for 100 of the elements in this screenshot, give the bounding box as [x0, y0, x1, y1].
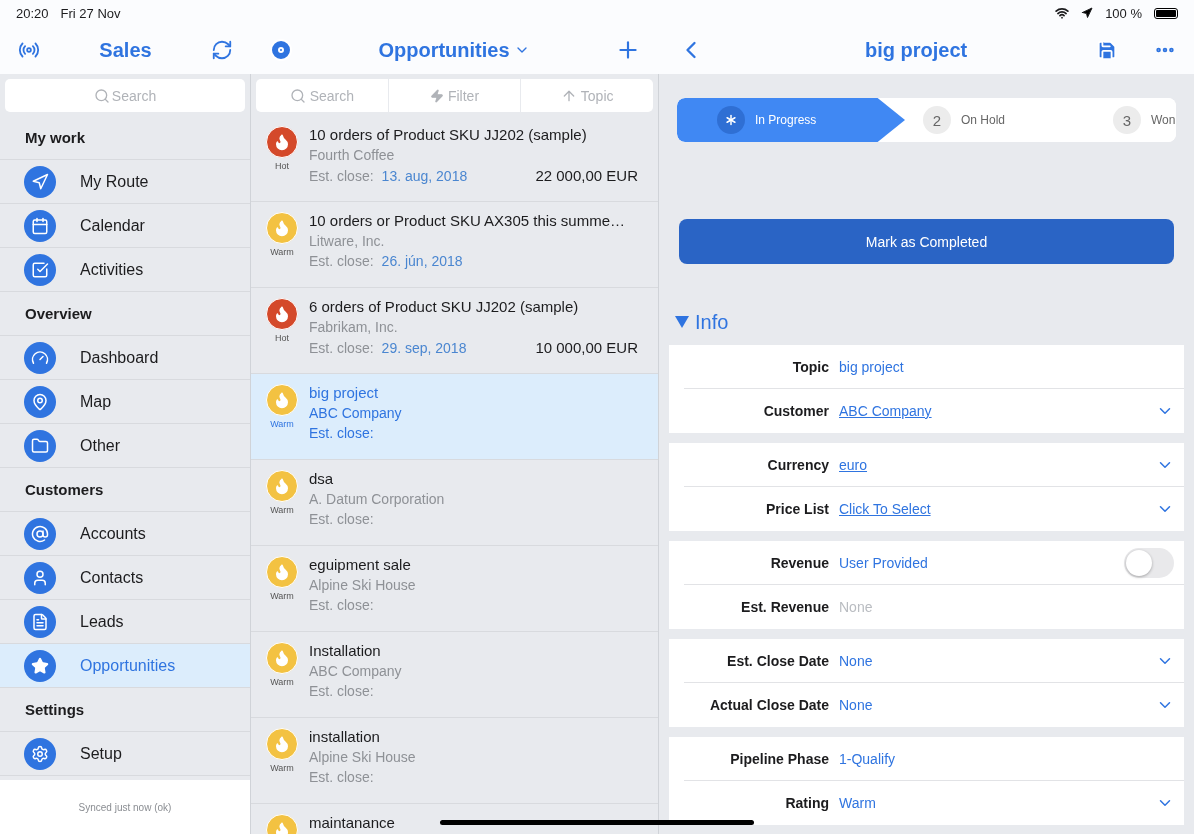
rating-label: Warm	[270, 505, 294, 515]
field-value[interactable]: User Provided	[839, 554, 928, 571]
search-icon	[289, 87, 306, 104]
field-label: Actual Close Date	[708, 697, 829, 713]
close-label: Est. close:	[309, 511, 374, 527]
rating-label: Warm	[270, 763, 294, 773]
opportunity-title: eguipment sale	[309, 556, 411, 573]
step-number: 3	[1113, 106, 1141, 134]
step-number: 2	[923, 106, 951, 134]
account-name: Alpine Ski House	[309, 577, 417, 593]
amount: 10 000,00 EUR	[535, 339, 638, 356]
status-date: Fri 27 Nov	[60, 5, 121, 21]
route-icon	[24, 165, 56, 198]
field-label: Topic	[791, 358, 829, 375]
sidebar-item[interactable]: Other	[0, 424, 250, 468]
field-label: Price List	[764, 501, 829, 517]
sidebar-item[interactable]: Opportunities	[0, 644, 250, 688]
account-name: ABC Company	[309, 405, 403, 421]
field-label: Pipeline Phase	[729, 750, 829, 767]
sidebar-item[interactable]: Accounts	[0, 512, 250, 556]
opportunity-title: Installation	[309, 642, 381, 659]
opportunity-item[interactable]: Warm eguipment sale Alpine Ski House Est. close:	[251, 546, 658, 632]
sidebar-item[interactable]: Calendar	[0, 204, 250, 248]
close-date: 13. aug, 2018	[381, 168, 468, 184]
folder-icon	[24, 429, 56, 462]
disc-icon[interactable]	[269, 38, 293, 62]
collapse-triangle-icon[interactable]	[675, 316, 689, 328]
mark-completed-button[interactable]: Mark as Completed	[679, 219, 1174, 264]
checkbox-icon	[24, 253, 56, 286]
field-value[interactable]: ABC Company	[839, 403, 932, 419]
field-value[interactable]: None	[839, 652, 873, 669]
close-date: 29. sep, 2018	[381, 340, 467, 356]
opportunity-title: dsa	[309, 470, 334, 487]
person-icon	[24, 561, 56, 594]
battery-icon	[1154, 7, 1178, 19]
sidebar-label: Accounts	[80, 524, 146, 543]
sidebar-item[interactable]: Dashboard	[0, 336, 250, 380]
field-value[interactable]: None	[839, 697, 873, 713]
opportunity-title: big project	[309, 384, 379, 401]
section-header: Customers	[0, 468, 250, 512]
close-date: 26. jún, 2018	[381, 253, 463, 269]
status-time: 20:20	[16, 5, 49, 21]
sidebar-item[interactable]: Setup	[0, 732, 250, 776]
close-label: Est. close:	[309, 340, 374, 356]
stage-step[interactable]: In Progress	[677, 98, 905, 142]
field-value: 1-Qualify	[839, 750, 896, 767]
battery-percent: 100 %	[1105, 5, 1142, 21]
account-name: Fabrikam, Inc.	[309, 319, 399, 335]
rating-label: Hot	[275, 161, 289, 171]
list-title-dropdown[interactable]: Opportunities	[378, 38, 530, 62]
opportunity-item[interactable]: Hot 10 orders of Product SKU JJ202 (sample) Fourth Coffee Est. close: 13. aug, 2018 22 000,00 EUR	[251, 116, 658, 202]
opportunity-item[interactable]: Warm 10 orders or Product SKU AX305 this summe… Litware, Inc. Est. close: 26. jún, 2018	[251, 202, 658, 288]
rating-label: Hot	[275, 333, 289, 343]
close-label: Est. close:	[309, 425, 374, 441]
opportunity-item[interactable]: Warm installation Alpine Ski House Est. close:	[251, 718, 658, 804]
asterisk-icon	[717, 106, 745, 134]
field-value: None	[839, 599, 873, 615]
toggle-switch[interactable]	[1124, 547, 1174, 578]
opportunity-item[interactable]: Warm big project ABC Company Est. close:	[251, 374, 658, 460]
gauge-icon	[24, 341, 56, 374]
account-name: Litware, Inc.	[309, 233, 386, 249]
sidebar-item[interactable]: Activities	[0, 248, 250, 292]
field-value[interactable]: Warm	[839, 795, 876, 811]
sidebar-label: Activities	[80, 260, 144, 279]
field-value[interactable]: euro	[839, 456, 868, 473]
sidebar-label: Contacts	[80, 568, 144, 587]
close-label: Est. close:	[309, 597, 374, 613]
sidebar-item[interactable]: Contacts	[0, 556, 250, 600]
save-icon[interactable]	[1096, 39, 1118, 61]
section-header: My work	[0, 116, 250, 160]
sidebar-label: My Route	[80, 172, 149, 191]
at-sign-icon	[24, 517, 56, 550]
close-label: Est. close:	[309, 769, 374, 785]
section-header: Settings	[0, 688, 250, 732]
sidebar-label: Setup	[80, 744, 122, 763]
close-label: Est. close:	[309, 683, 374, 699]
section-title[interactable]: Info	[695, 310, 729, 334]
sync-status: Synced just now (ok)	[78, 801, 172, 813]
rating-label: Warm	[270, 677, 294, 687]
opportunity-item[interactable]: Warm dsa A. Datum Corporation Est. close:	[251, 460, 658, 546]
field-value[interactable]: Click To Select	[839, 501, 931, 517]
sync-icon[interactable]	[211, 39, 233, 61]
amount: 22 000,00 EUR	[535, 167, 638, 184]
opportunity-title: maintanance	[309, 814, 395, 831]
sidebar-item[interactable]: Map	[0, 380, 250, 424]
account-name: A. Datum Corporation	[309, 491, 446, 507]
settings-icon	[24, 737, 56, 770]
field-label: Est. Close Date	[726, 652, 829, 669]
map-pin-icon	[24, 385, 56, 418]
account-name: Fourth Coffee	[309, 147, 396, 163]
location-arrow-icon	[1081, 7, 1094, 19]
sidebar-label: Calendar	[80, 216, 145, 235]
opportunity-item[interactable]: Warm Installation ABC Company Est. close:	[251, 632, 658, 718]
lightning-icon	[429, 88, 444, 103]
rating-label: Warm	[270, 419, 294, 429]
account-name: Alpine Ski House	[309, 749, 417, 765]
opportunity-title: 10 orders of Product SKU JJ202 (sample)	[309, 126, 587, 143]
sidebar-title: Sales	[99, 38, 152, 62]
calendar-icon	[24, 209, 56, 242]
sidebar-item[interactable]: My Route	[0, 160, 250, 204]
